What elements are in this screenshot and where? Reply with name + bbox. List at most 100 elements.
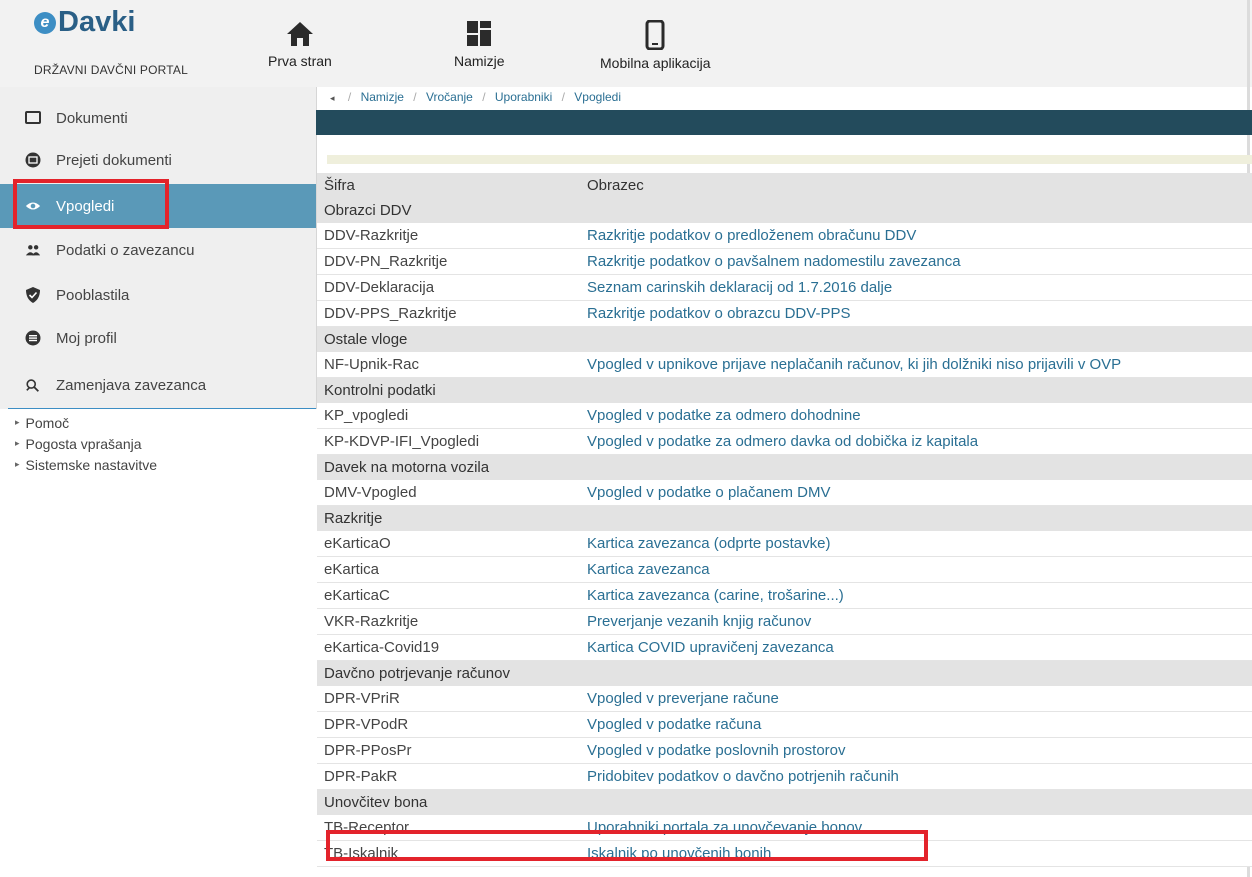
top-header: e Davki DRŽAVNI DAVČNI PORTAL Prva stran … xyxy=(0,0,1252,87)
sidebar-menu: Dokumenti Prejeti dokumenti Vpogledi Pod… xyxy=(0,87,317,409)
table-row: eKarticaC Kartica zavezanca (carine, troš… xyxy=(317,582,1252,609)
sidebar-links: ▸ Pomoč ▸ Pogosta vprašanja ▸ Sistemske … xyxy=(0,412,157,475)
row-form-link[interactable]: Seznam carinskih deklaracij od 1.7.2016 … xyxy=(587,274,1252,301)
column-header-obrazec: Obrazec xyxy=(587,173,1252,198)
row-code: DPR-VPriR xyxy=(317,686,587,712)
sidebar-item-zamenjava-zavezanca[interactable]: Zamenjava zavezanca xyxy=(0,363,316,407)
sidebar-item-moj-profil[interactable]: Moj profil xyxy=(0,316,316,360)
inbox-icon xyxy=(25,152,41,168)
group-label: Razkritje xyxy=(317,505,587,531)
sidebar-item-label: Prejeti dokumenti xyxy=(56,151,172,169)
row-form-link[interactable]: Vpogled v podatke o plačanem DMV xyxy=(587,480,1252,506)
row-code: DDV-Razkritje xyxy=(317,223,587,249)
table-row: DDV-Deklaracija Seznam carinskih deklarac… xyxy=(317,274,1252,301)
table-row: eKartica Kartica zavezanca xyxy=(317,556,1252,583)
row-form-link[interactable]: Preverjanje vezanih knjig računov xyxy=(587,608,1252,635)
nav-mobile-app[interactable]: Mobilna aplikacija xyxy=(600,20,711,71)
table-row: DPR-PPosPr Vpogled v podatke poslovnih pr… xyxy=(317,737,1252,764)
mobile-icon xyxy=(645,20,665,50)
row-code: NF-Upnik-Rac xyxy=(317,352,587,378)
table-group-row: Ostale vloge xyxy=(317,326,1252,352)
davki-logo[interactable]: e Davki xyxy=(34,6,135,39)
brand-name: Davki xyxy=(58,6,136,38)
row-form-link[interactable]: Kartica zavezanca xyxy=(587,556,1252,583)
sidebar-link-sistemske-nastavitve[interactable]: ▸ Sistemske nastavitve xyxy=(0,454,157,475)
table-group-row: Obrazci DDV xyxy=(317,198,1252,223)
group-empty-cell xyxy=(587,454,1252,480)
row-form-link[interactable]: Razkritje podatkov o pavšalnem nadomesti… xyxy=(587,248,1252,275)
row-form-link[interactable]: Vpogled v podatke poslovnih prostorov xyxy=(587,737,1252,764)
row-code: eKartica xyxy=(317,556,587,583)
table-row: DDV-PPS_Razkritje Razkritje podatkov o ob… xyxy=(317,300,1252,327)
sidebar-divider xyxy=(8,408,316,409)
home-icon xyxy=(286,22,313,46)
row-code: DDV-Deklaracija xyxy=(317,274,587,301)
sidebar-item-label: Moj profil xyxy=(56,329,117,347)
row-form-link[interactable]: Kartica zavezanca (carine, trošarine...) xyxy=(587,582,1252,609)
row-code: DDV-PN_Razkritje xyxy=(317,248,587,275)
users-icon xyxy=(25,242,41,258)
table-row: DPR-VPriR Vpogled v preverjane račune xyxy=(317,686,1252,712)
table-row: KP_vpogledi Vpogled v podatke za odmero d… xyxy=(317,403,1252,429)
row-form-link[interactable]: Vpogled v podatke računa xyxy=(587,711,1252,738)
row-code: DPR-PakR xyxy=(317,763,587,790)
table-group-row: Davek na motorna vozila xyxy=(317,454,1252,480)
row-code: eKarticaO xyxy=(317,531,587,557)
table-row: NF-Upnik-Rac Vpogled v upnikove prijave n… xyxy=(317,352,1252,378)
group-empty-cell xyxy=(587,198,1252,223)
row-code: DPR-VPodR xyxy=(317,711,587,738)
group-label: Davčno potrjevanje računov xyxy=(317,660,587,686)
row-form-link[interactable]: Pridobitev podatkov o davčno potrjenih r… xyxy=(587,763,1252,790)
switch-user-icon xyxy=(25,377,41,393)
group-label: Davek na motorna vozila xyxy=(317,454,587,480)
group-label: Ostale vloge xyxy=(317,326,587,352)
shield-icon xyxy=(25,287,41,303)
sidebar-item-label: Zamenjava zavezanca xyxy=(56,376,207,394)
row-code: VKR-Razkritje xyxy=(317,608,587,635)
row-code: eKarticaC xyxy=(317,582,587,609)
row-form-link[interactable]: Vpogled v upnikove prijave neplačanih ra… xyxy=(587,352,1252,378)
breadcrumb-item[interactable]: Vročanje xyxy=(426,90,473,104)
breadcrumb: ◂ / Namizje / Vročanje / Uporabniki / Vp… xyxy=(330,90,622,104)
group-empty-cell xyxy=(587,660,1252,686)
table-row: VKR-Razkritje Preverjanje vezanih knjig r… xyxy=(317,608,1252,635)
breadcrumb-item[interactable]: Uporabniki xyxy=(495,90,552,104)
row-code: KP-KDVP-IFI_Vpogledi xyxy=(317,428,587,455)
sidebar-item-podatki-o-zavezancu[interactable]: Podatki o zavezancu xyxy=(0,228,316,272)
sidebar-link-label: Pomoč xyxy=(25,414,70,431)
sidebar-item-prejeti-dokumenti[interactable]: Prejeti dokumenti xyxy=(0,138,316,182)
row-form-link[interactable]: Razkritje podatkov o predloženem obračun… xyxy=(587,223,1252,249)
caret-right-icon: ▸ xyxy=(15,417,20,427)
table-row: eKartica-Covid19 Kartica COVID upravičenj… xyxy=(317,634,1252,661)
table-group-row: Unovčitev bona xyxy=(317,789,1252,815)
nav-home[interactable]: Prva stran xyxy=(268,20,332,69)
table-row: DDV-Razkritje Razkritje podatkov o predlo… xyxy=(317,223,1252,249)
sidebar-link-pomoc[interactable]: ▸ Pomoč xyxy=(0,412,157,433)
group-empty-cell xyxy=(587,326,1252,352)
row-form-link[interactable]: Kartica COVID upravičenj zavezanca xyxy=(587,634,1252,661)
sidebar-item-pooblastila[interactable]: Pooblastila xyxy=(0,273,316,317)
brand-subtitle: DRŽAVNI DAVČNI PORTAL xyxy=(34,63,189,77)
row-form-link[interactable]: Vpogled v podatke za odmero dohodnine xyxy=(587,403,1252,429)
sidebar-item-label: Pooblastila xyxy=(56,286,130,304)
table-row: DMV-Vpogled Vpogled v podatke o plačanem … xyxy=(317,480,1252,506)
sidebar-link-label: Pogosta vprašanja xyxy=(25,435,142,452)
row-code: KP_vpogledi xyxy=(317,403,587,429)
nav-dashboard[interactable]: Namizje xyxy=(454,20,505,69)
breadcrumb-item[interactable]: Vpogledi xyxy=(574,90,621,104)
group-empty-cell xyxy=(587,789,1252,815)
row-form-link[interactable]: Vpogled v podatke za odmero davka od dob… xyxy=(587,428,1252,455)
sidebar-link-pogosta-vprasanja[interactable]: ▸ Pogosta vprašanja xyxy=(0,433,157,454)
group-label: Kontrolni podatki xyxy=(317,377,587,403)
row-form-link[interactable]: Kartica zavezanca (odprte postavke) xyxy=(587,531,1252,557)
back-arrow-icon[interactable]: ◂ xyxy=(330,93,335,103)
group-label: Unovčitev bona xyxy=(317,789,587,815)
row-form-link[interactable]: Razkritje podatkov o obrazcu DDV-PPS xyxy=(587,300,1252,327)
table-group-row: Davčno potrjevanje računov xyxy=(317,660,1252,686)
sidebar-link-label: Sistemske nastavitve xyxy=(25,456,158,473)
sidebar-item-dokumenti[interactable]: Dokumenti xyxy=(0,96,316,140)
group-empty-cell xyxy=(587,505,1252,531)
row-form-link[interactable]: Vpogled v preverjane račune xyxy=(587,686,1252,712)
breadcrumb-item[interactable]: Namizje xyxy=(361,90,404,104)
highlight-tb-receptor xyxy=(326,830,928,861)
